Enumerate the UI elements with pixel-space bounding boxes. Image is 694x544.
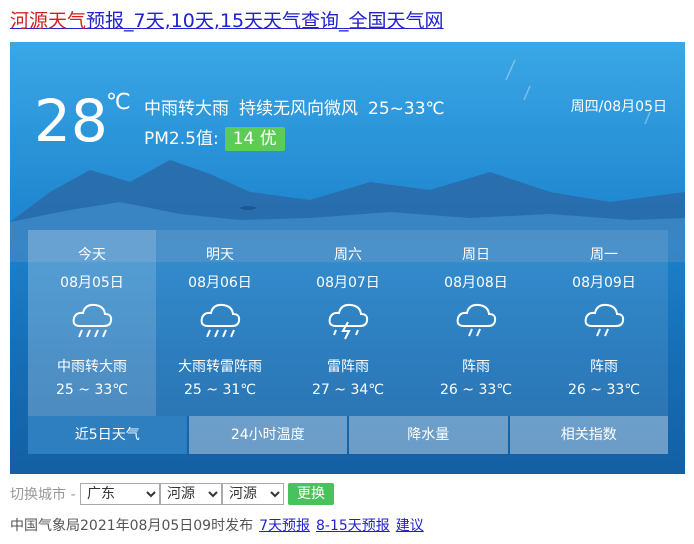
day-name: 今天 <box>78 247 106 263</box>
current-conditions: 中雨转大雨 持续无风向微风 25~33℃ <box>144 94 455 119</box>
publish-info: 中国气象局2021年08月05日09时发布 <box>10 518 254 534</box>
weather-panel: 28 ℃ 中雨转大雨 持续无风向微风 25~33℃ 周四/08月05日 PM2.5值… <box>10 42 685 474</box>
day-weather: 阵雨 <box>590 359 618 375</box>
shower-icon <box>456 303 497 337</box>
pm25-badge: 14 优 <box>224 127 285 151</box>
current-temperature: 28 <box>34 87 108 155</box>
title-rest: 预报_7天,10天,15天天气查询_全国天气网 <box>86 10 444 32</box>
forecast-day: 周一 08月09日 阵雨 26 ~ 33℃ <box>540 230 668 416</box>
day-weather: 雷阵雨 <box>327 359 369 375</box>
link-7day[interactable]: 7天预报 <box>259 518 310 534</box>
tab-indices[interactable]: 相关指数 <box>509 416 668 454</box>
forecast-day: 今天 08月05日 中雨转大雨 25 ~ 33℃ <box>28 230 156 416</box>
day-date: 08月08日 <box>444 275 508 291</box>
day-weather: 中雨转大雨 <box>57 359 127 375</box>
city-switcher: 切换城市 - 广东 河源 河源 更换 <box>10 483 334 507</box>
current-wind: 持续无风向微风 <box>239 99 358 119</box>
link-8-15day[interactable]: 8-15天预报 <box>316 518 390 534</box>
thunderstorm-icon <box>328 303 369 340</box>
province-select[interactable]: 广东 <box>79 483 160 505</box>
day-date: 08月07日 <box>316 275 380 291</box>
day-date: 08月09日 <box>572 275 636 291</box>
day-temp: 25 ~ 31℃ <box>184 382 256 398</box>
day-weather: 阵雨 <box>462 359 490 375</box>
forecast-day: 周日 08月08日 阵雨 26 ~ 33℃ <box>412 230 540 416</box>
pm25-label: PM2.5值: <box>144 129 219 149</box>
link-suggestion[interactable]: 建议 <box>396 518 424 534</box>
change-city-button[interactable]: 更换 <box>287 483 334 505</box>
day-name: 明天 <box>206 247 234 263</box>
temperature-unit: ℃ <box>106 90 131 115</box>
tab-precipitation[interactable]: 降水量 <box>349 416 508 454</box>
day-name: 周日 <box>462 247 490 263</box>
day-name: 周六 <box>334 247 362 263</box>
day-temp: 26 ~ 33℃ <box>440 382 512 398</box>
district-select[interactable]: 河源 <box>221 483 284 505</box>
forecast-strip: 今天 08月05日 中雨转大雨 25 ~ 33℃ 明天 08月06日 大雨转雷阵… <box>28 230 668 416</box>
title-city: 河源天气 <box>10 10 87 32</box>
day-temp: 27 ~ 34℃ <box>312 382 384 398</box>
tab-24h-temperature[interactable]: 24小时温度 <box>188 416 347 454</box>
rain-icon <box>200 303 241 338</box>
tab-5day[interactable]: 近5日天气 <box>28 416 187 454</box>
day-weather: 大雨转雷阵雨 <box>178 359 262 375</box>
forecast-tabs: 近5日天气 24小时温度 降水量 相关指数 <box>28 416 668 454</box>
pm25-row: PM2.5值: 14 优 <box>144 124 285 151</box>
current-date: 周四/08月05日 <box>570 99 667 115</box>
city-select[interactable]: 河源 <box>159 483 222 505</box>
switch-city-label: 切换城市 - <box>10 487 76 503</box>
footer: 中国气象局2021年08月05日09时发布 7天预报 8-15天预报 建议 <box>10 515 424 535</box>
forecast-day: 周六 08月07日 雷阵雨 27 ~ 34℃ <box>284 230 412 416</box>
day-temp: 25 ~ 33℃ <box>56 382 128 398</box>
day-name: 周一 <box>590 247 618 263</box>
current-range: 25~33℃ <box>368 99 445 119</box>
forecast-day: 明天 08月06日 大雨转雷阵雨 25 ~ 31℃ <box>156 230 284 416</box>
day-temp: 26 ~ 33℃ <box>568 382 640 398</box>
current-weather: 中雨转大雨 <box>144 99 229 119</box>
shower-icon <box>584 303 625 337</box>
page-title-link[interactable]: 河源天气预报_7天,10天,15天天气查询_全国天气网 <box>10 8 444 34</box>
rain-icon <box>72 303 113 338</box>
day-date: 08月05日 <box>60 275 124 291</box>
day-date: 08月06日 <box>188 275 252 291</box>
